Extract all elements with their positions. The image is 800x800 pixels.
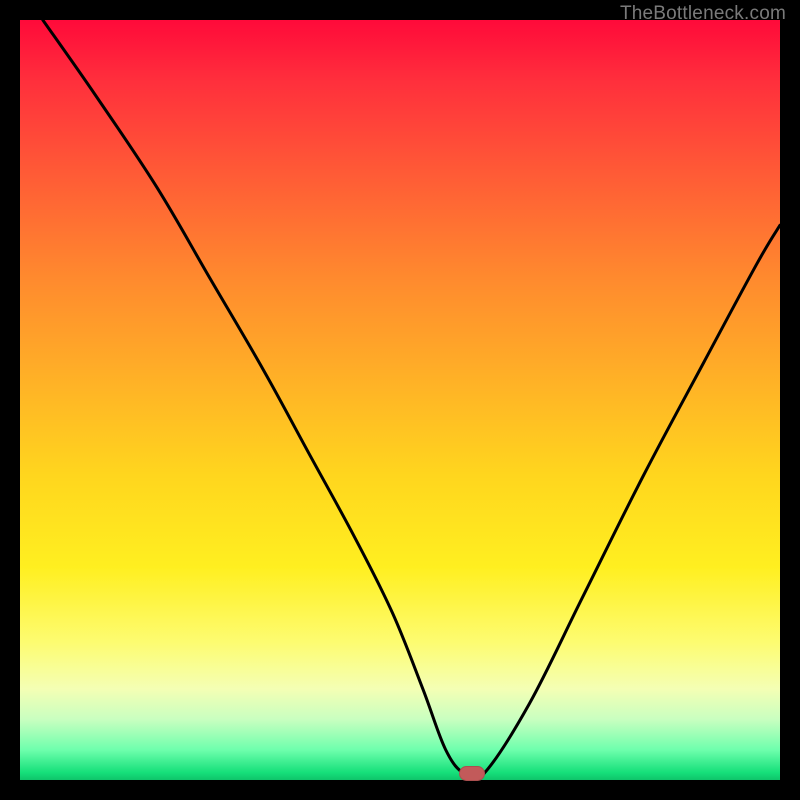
- bottleneck-curve: [20, 20, 780, 780]
- optimum-marker: [459, 766, 485, 781]
- gradient-plot-area: [20, 20, 780, 780]
- curve-path: [43, 20, 780, 780]
- outer-frame: TheBottleneck.com: [0, 0, 800, 800]
